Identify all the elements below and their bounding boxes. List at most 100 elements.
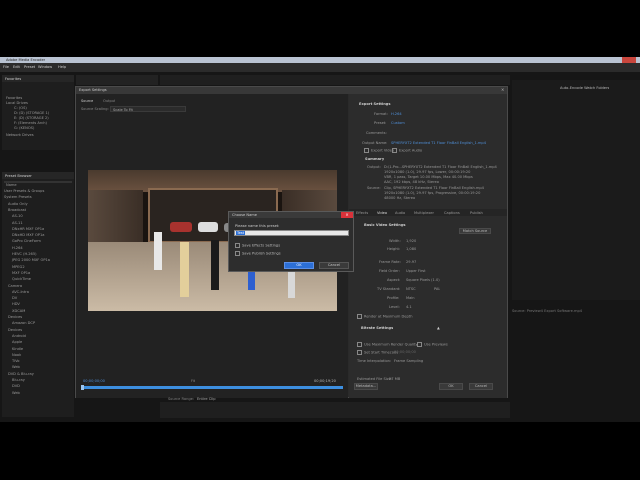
summary-source-label: Source: bbox=[367, 186, 381, 190]
preset-list-item[interactable]: Web bbox=[12, 365, 20, 369]
time-interp-value[interactable]: Frame Sampling bbox=[394, 359, 423, 363]
choose-name-ok-button[interactable]: OK bbox=[284, 262, 314, 269]
fit-dropdown[interactable]: Fit bbox=[191, 379, 195, 383]
watch-folders-panel: Auto-Encode Watch Folders Source: Previe… bbox=[512, 80, 640, 313]
use-previews-checkbox[interactable]: Use Previews bbox=[417, 342, 448, 347]
tree-item[interactable]: Network Drives bbox=[6, 133, 34, 137]
preset-list-item[interactable]: XDCAM bbox=[12, 309, 25, 313]
preset-list-item[interactable]: DV bbox=[12, 296, 17, 300]
preset-list-item[interactable]: AVC-Intra bbox=[12, 290, 29, 294]
preset-list-item[interactable]: Web bbox=[12, 391, 20, 395]
menu-window[interactable]: Window bbox=[38, 65, 52, 69]
tab-publish[interactable]: Publish bbox=[470, 211, 483, 215]
preset-list-item[interactable]: Camera bbox=[8, 284, 22, 288]
timeline-bar[interactable] bbox=[81, 386, 343, 389]
preset-list-item[interactable]: JPEG 2000 MXF OP1a bbox=[12, 258, 50, 262]
export-video-checkbox[interactable]: Export Video bbox=[364, 148, 394, 153]
preset-list-item[interactable]: Blu-ray bbox=[12, 378, 25, 382]
export-dialog-close-icon[interactable]: × bbox=[501, 88, 505, 92]
preset-value[interactable]: Custom bbox=[391, 121, 405, 125]
set-start-timecode-checkbox[interactable]: Set Start Timecode bbox=[357, 350, 398, 355]
preset-list-item[interactable]: QuickTime bbox=[12, 277, 31, 281]
preset-list-item[interactable]: Audio Only bbox=[8, 202, 28, 206]
tab-captions[interactable]: Captions bbox=[444, 211, 460, 215]
timecode-start[interactable]: 00;00;00;00 bbox=[83, 379, 105, 383]
tree-item[interactable]: G: (KENOS) bbox=[14, 126, 34, 130]
tv-pal-radio[interactable]: PAL bbox=[434, 287, 440, 291]
tab-video[interactable]: Video bbox=[377, 211, 387, 215]
profile-value[interactable]: Main bbox=[406, 296, 415, 300]
ok-button[interactable]: OK bbox=[439, 383, 463, 390]
preset-list-item[interactable]: DVD bbox=[12, 384, 20, 388]
tab-source[interactable]: Source bbox=[81, 99, 93, 103]
use-max-render-checkbox[interactable]: Use Maximum Render Quality bbox=[357, 342, 417, 347]
source-range-value[interactable]: Entire Clip bbox=[197, 397, 216, 401]
file-size-value: 27 MB bbox=[389, 377, 401, 381]
preset-list-item[interactable]: H.264 bbox=[12, 246, 23, 250]
frame-rate-value[interactable]: 29.97 bbox=[406, 260, 416, 264]
format-value[interactable]: H.264 bbox=[391, 112, 402, 116]
tree-item[interactable]: E: (D) (STORAGE 2) bbox=[14, 116, 49, 120]
preset-name-input[interactable]: Test bbox=[234, 230, 349, 236]
preset-list-item[interactable]: DNxHD MXF OP1a bbox=[12, 233, 44, 237]
source-scaling-dropdown[interactable]: Scale To Fit bbox=[110, 106, 186, 112]
tab-multiplexer[interactable]: Multiplexer bbox=[414, 211, 434, 215]
tab-effects[interactable]: Effects bbox=[356, 211, 368, 215]
preset-list-item[interactable]: AS-10 bbox=[12, 214, 23, 218]
tree-item[interactable]: F: (Elements Arch) bbox=[14, 121, 47, 125]
match-source-button[interactable]: Match Source bbox=[459, 228, 491, 234]
preset-list-item[interactable]: Amazon DCP bbox=[12, 321, 35, 325]
cancel-button[interactable]: Cancel bbox=[469, 383, 493, 390]
preset-list-item[interactable]: Kindle bbox=[12, 347, 23, 351]
preset-list-item[interactable]: DVD & Blu-ray bbox=[8, 372, 34, 376]
tv-ntsc-radio[interactable]: NTSC bbox=[406, 287, 416, 291]
output-name-value[interactable]: SPHERYXT2 Extended T1 Floor FinBall Engl… bbox=[391, 141, 501, 145]
preset-list-item[interactable]: System Presets bbox=[4, 195, 32, 199]
preset-list-item[interactable]: Devices bbox=[8, 315, 22, 319]
aspect-value[interactable]: Square Pixels (1.0) bbox=[406, 278, 440, 282]
preset-list-item[interactable]: GoPro CineForm bbox=[12, 239, 41, 243]
preset-browser-tab[interactable]: Preset Browser bbox=[5, 174, 32, 178]
export-audio-checkbox[interactable]: Export Audio bbox=[392, 148, 422, 153]
tree-item[interactable]: C: (OS) bbox=[14, 106, 27, 110]
tree-item[interactable]: Favorites bbox=[6, 96, 22, 100]
preset-list-item[interactable]: User Presets & Groups bbox=[4, 189, 44, 193]
field-order-value[interactable]: Upper First bbox=[406, 269, 426, 273]
preset-list-item[interactable]: Nook bbox=[12, 353, 21, 357]
width-value[interactable]: 1,920 bbox=[406, 239, 416, 243]
menu-preset[interactable]: Preset bbox=[24, 65, 35, 69]
preset-list-item[interactable]: Apple bbox=[12, 340, 22, 344]
menu-help[interactable]: Help bbox=[58, 65, 66, 69]
preset-list-item[interactable]: Broadcast bbox=[8, 208, 26, 212]
media-browser-tab[interactable]: Favorites bbox=[5, 77, 21, 81]
use-previews-label: Use Previews bbox=[424, 342, 448, 347]
preset-list-item[interactable]: TiVo bbox=[12, 359, 19, 363]
preset-list-item[interactable]: MPEG2 bbox=[12, 265, 25, 269]
preset-list-item[interactable]: Devices bbox=[8, 328, 22, 332]
menu-edit[interactable]: Edit bbox=[13, 65, 20, 69]
preset-list-item[interactable]: HEVC (H.265) bbox=[12, 252, 37, 256]
save-publish-checkbox[interactable]: Save Publish Settings bbox=[235, 251, 281, 256]
choose-name-cancel-button[interactable]: Cancel bbox=[319, 262, 349, 269]
render-max-depth-checkbox[interactable]: Render at Maximum Depth bbox=[357, 314, 413, 319]
save-effects-checkbox[interactable]: Save Effects Settings bbox=[235, 243, 280, 248]
tree-item[interactable]: D: (D) (STORAGE 1) bbox=[14, 111, 49, 115]
app-title: Adobe Media Encoder bbox=[6, 58, 46, 62]
metadata-button[interactable]: Metadata... bbox=[354, 383, 378, 390]
mouse-cursor-icon: ▲ bbox=[437, 326, 440, 330]
height-value[interactable]: 1,080 bbox=[406, 247, 416, 251]
tree-item[interactable]: Local Drives bbox=[6, 101, 28, 105]
choose-name-close-icon[interactable]: × bbox=[341, 212, 353, 218]
level-value[interactable]: 4.1 bbox=[406, 305, 412, 309]
tab-audio[interactable]: Audio bbox=[395, 211, 405, 215]
preset-list-item[interactable]: AS-11 bbox=[12, 221, 23, 225]
menu-file[interactable]: File bbox=[3, 65, 9, 69]
playhead[interactable] bbox=[81, 385, 84, 390]
preset-list-item[interactable]: Android bbox=[12, 334, 26, 338]
preset-list-item[interactable]: HDV bbox=[12, 302, 20, 306]
start-timecode-value[interactable]: 00;00;00;00 bbox=[394, 350, 416, 354]
preset-list-item[interactable]: MXF OP1a bbox=[12, 271, 30, 275]
tab-output[interactable]: Output bbox=[103, 99, 115, 103]
preset-list-item[interactable]: DNxHR MXF OP1a bbox=[12, 227, 44, 231]
column-header-name[interactable]: Name bbox=[6, 183, 17, 187]
